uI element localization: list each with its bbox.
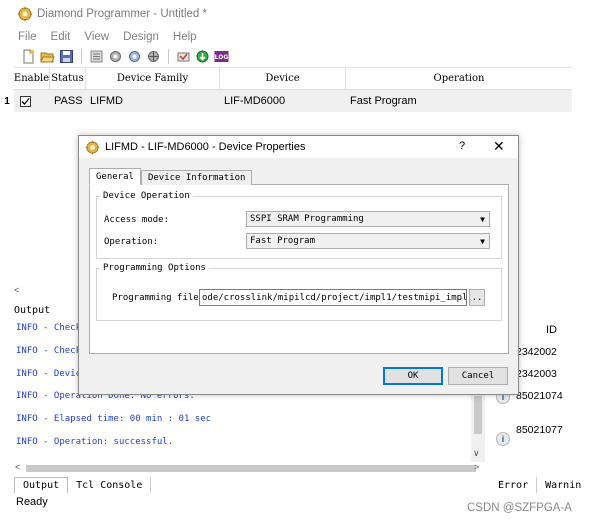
log-line: INFO - Device: [16, 369, 87, 379]
access-mode-label: Access mode:: [104, 215, 170, 225]
operation-select[interactable]: Fast Program ▼: [246, 233, 490, 249]
new-icon[interactable]: [20, 48, 37, 65]
scrollbar-thumb[interactable]: [26, 465, 476, 472]
info-icon: i: [496, 432, 510, 446]
menu-help[interactable]: Help: [166, 31, 204, 43]
toolbar-separator: [168, 48, 169, 64]
access-mode-select[interactable]: SSPI SRAM Programming ▼: [246, 211, 490, 227]
column-status[interactable]: Status: [50, 68, 86, 89]
tab-warning[interactable]: Warnin: [537, 477, 589, 493]
diamond-app-icon: [17, 6, 33, 22]
scroll-down-icon[interactable]: ∨: [473, 448, 480, 459]
output-horizontal-scrollbar[interactable]: < >: [14, 462, 484, 474]
menu-design[interactable]: Design: [116, 31, 166, 43]
open-icon[interactable]: [39, 48, 56, 65]
tab-general[interactable]: General: [89, 168, 141, 185]
column-device-family[interactable]: Device Family: [86, 68, 220, 89]
table-row[interactable]: 1 PASS LIFMD LIF-MD6000 Fast Program: [4, 90, 572, 112]
toolbar: LOG: [0, 46, 572, 66]
log-icon-label: LOG: [215, 54, 229, 61]
settings-icon[interactable]: [107, 48, 124, 65]
scroll-left-icon[interactable]: <: [14, 285, 24, 295]
output-vertical-scrollbar[interactable]: ∨: [471, 390, 485, 462]
message-id: 85021074: [516, 390, 563, 402]
dialog-titlebar: LIFMD - LIF-MD6000 - Device Properties ?…: [79, 136, 518, 158]
status-cell: PASS: [54, 95, 83, 107]
message-id: 2342002: [516, 346, 557, 358]
message-id: 2342003: [516, 368, 557, 380]
log-line: INFO - Elapsed time: 00 min : 01 sec: [16, 414, 212, 424]
menu-view[interactable]: View: [77, 31, 116, 43]
close-button[interactable]: ✕: [493, 138, 505, 155]
program-icon[interactable]: [126, 48, 143, 65]
programming-file-field[interactable]: ode/crosslink/mipilcd/project/impl1/test…: [199, 289, 467, 306]
browse-button[interactable]: ..: [469, 289, 485, 306]
column-device[interactable]: Device: [220, 68, 346, 89]
window-title: Diamond Programmer - Untitled *: [37, 8, 208, 20]
cable-icon[interactable]: [175, 48, 192, 65]
tab-output[interactable]: Output: [14, 477, 69, 493]
program-settings-icon[interactable]: [145, 48, 162, 65]
column-operation[interactable]: Operation: [346, 68, 572, 89]
enable-checkbox[interactable]: [20, 95, 31, 107]
menu-file[interactable]: File: [0, 31, 44, 43]
family-cell: LIFMD: [90, 95, 123, 107]
log-icon[interactable]: LOG: [213, 48, 230, 65]
programming-options-legend: Programming Options: [103, 263, 206, 273]
help-button[interactable]: ?: [459, 140, 465, 152]
output-tabs: Output Tcl Console: [14, 477, 484, 493]
column-enable[interactable]: Enable: [14, 68, 50, 89]
access-mode-value: SSPI SRAM Programming: [250, 214, 364, 224]
dropdown-arrow-icon: ▼: [480, 237, 485, 246]
scan-icon[interactable]: [88, 48, 105, 65]
device-properties-dialog: LIFMD - LIF-MD6000 - Device Properties ?…: [78, 135, 519, 395]
log-line: INFO - Check: [16, 346, 82, 356]
device-cell: LIF-MD6000: [224, 95, 286, 107]
scrollbar-thumb[interactable]: [474, 396, 482, 434]
toolbar-separator: [81, 48, 82, 64]
dropdown-arrow-icon: ▼: [480, 215, 485, 224]
output-panel-title: Output: [14, 305, 51, 316]
diamond-app-icon: [85, 139, 100, 155]
checkmark-icon: [21, 97, 30, 105]
dialog-title: LIFMD - LIF-MD6000 - Device Properties: [105, 141, 306, 153]
programming-file-label: Programming file:: [112, 293, 205, 303]
scroll-right-icon[interactable]: >: [474, 462, 479, 472]
menu-edit[interactable]: Edit: [44, 31, 78, 43]
status-bar-text: Ready: [16, 496, 48, 508]
column-id[interactable]: ID: [546, 324, 557, 336]
tab-device-information[interactable]: Device Information: [140, 170, 253, 185]
general-tab-panel: Device Operation Access mode: SSPI SRAM …: [89, 184, 509, 354]
operation-value: Fast Program: [250, 236, 316, 246]
enable-cell: [14, 90, 50, 112]
menu-bar: File Edit View Design Help: [0, 28, 572, 46]
tab-error[interactable]: Error: [490, 477, 538, 493]
tab-tcl-console[interactable]: Tcl Console: [68, 477, 152, 493]
cancel-button[interactable]: Cancel: [448, 367, 508, 385]
watermark: CSDN @SZFPGA-A: [467, 502, 572, 514]
dialog-tabs: General Device Information: [89, 168, 253, 185]
window-titlebar: Diamond Programmer - Untitled *: [0, 0, 572, 28]
download-icon[interactable]: [194, 48, 211, 65]
scroll-left-icon[interactable]: <: [15, 462, 20, 472]
log-line: INFO - Check: [16, 323, 82, 333]
operation-cell: Fast Program: [350, 95, 417, 107]
message-tabs: Error Warnin: [490, 477, 581, 493]
message-id: 85021077: [516, 424, 563, 436]
log-line: INFO - Operation: successful.: [16, 437, 174, 447]
row-number: 1: [4, 95, 10, 107]
device-operation-legend: Device Operation: [103, 191, 190, 201]
list-item[interactable]: i 85021077: [490, 420, 572, 446]
operation-label: Operation:: [104, 237, 159, 247]
grid-header: Enable Status Device Family Device Opera…: [14, 68, 572, 90]
save-icon[interactable]: [58, 48, 75, 65]
ok-button[interactable]: OK: [383, 367, 443, 385]
